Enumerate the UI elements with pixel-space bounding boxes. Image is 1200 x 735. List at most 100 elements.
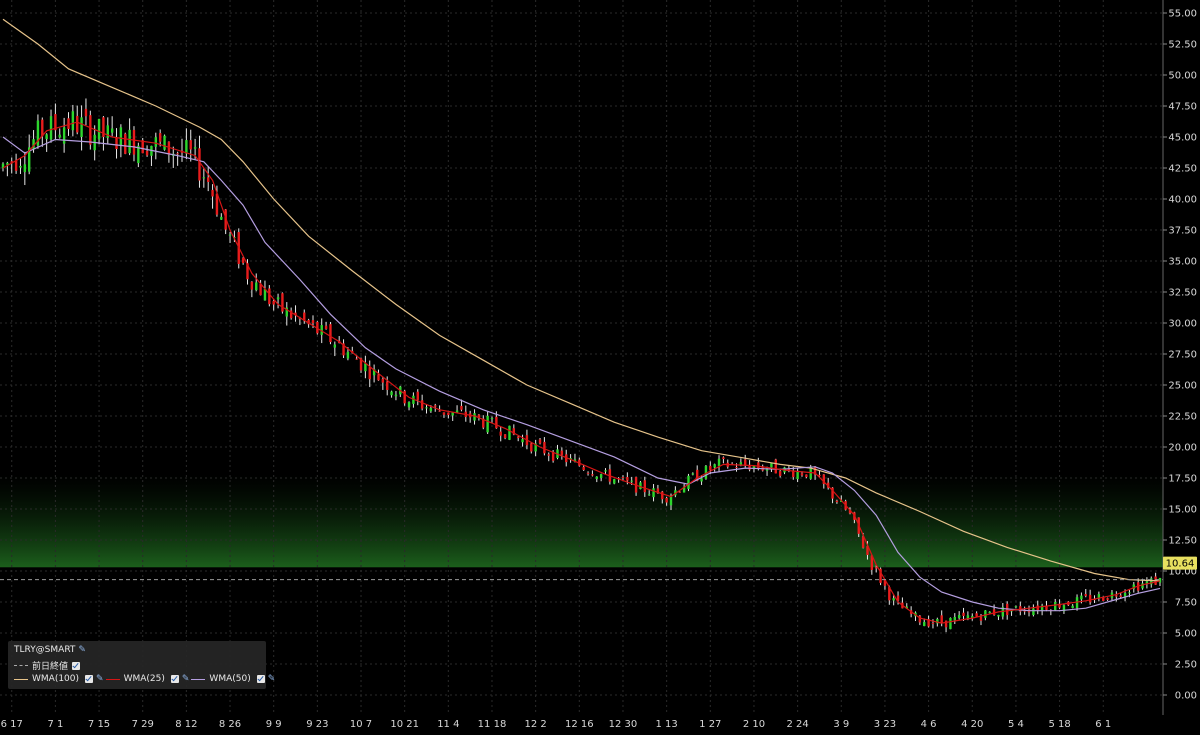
candle-up [80, 117, 83, 137]
x-tick-label: 2 10 [743, 719, 765, 730]
candle-down [211, 189, 214, 197]
candle-up [687, 475, 690, 489]
candle-down [1084, 594, 1087, 596]
candle-down [643, 480, 647, 493]
wrench-icon[interactable]: ✎ [182, 674, 190, 684]
candle-up [521, 439, 524, 443]
x-tick-label: 9 23 [306, 719, 328, 730]
candle-down [250, 281, 254, 290]
candle-down [132, 129, 136, 155]
candle-up [949, 617, 952, 630]
candle-up [704, 465, 708, 479]
candle-down [141, 140, 144, 154]
candle-up [45, 134, 48, 140]
candle-down [800, 473, 804, 476]
candle-down [14, 160, 18, 171]
candle-down [377, 374, 380, 381]
checkbox-wma100[interactable] [85, 675, 94, 683]
candle-up [128, 129, 131, 154]
legend-wma50-label: WMA(50) [209, 674, 251, 684]
candle-down [386, 381, 389, 390]
candle-up [1054, 602, 1057, 611]
candle-up [23, 164, 27, 173]
candle-down [582, 466, 585, 471]
candle-down [591, 474, 594, 476]
candle-down [442, 412, 446, 415]
candle-down [979, 617, 983, 621]
candle-down [962, 612, 965, 616]
x-tick-label: 6 17 [1, 719, 23, 730]
candle-down [778, 471, 782, 476]
x-axis: 6 17 7 1 7 15 7 29 8 12 8 26 9 9 9 23 10 7 10 21 1… [1, 719, 1112, 730]
candle-down [1119, 595, 1122, 598]
candle-up [652, 488, 655, 498]
last-price-label: 10.64 [1166, 559, 1195, 570]
candle-down [189, 140, 192, 150]
candle-down [940, 615, 943, 624]
y-tick-label: 22.50 [1168, 412, 1197, 423]
candle-down [543, 441, 546, 454]
wrench-icon[interactable]: ✎ [78, 645, 86, 655]
wrench-icon[interactable]: ✎ [268, 674, 276, 684]
candle-down [944, 620, 948, 628]
candle-up [1080, 595, 1083, 600]
candle-up [490, 418, 494, 420]
candle-up [220, 216, 223, 220]
candle-down [621, 477, 625, 479]
candle-down [447, 412, 450, 415]
y-tick-label: 0.00 [1175, 691, 1197, 702]
candle-down [67, 118, 70, 129]
candle-up [717, 458, 721, 466]
wrench-icon[interactable]: ✎ [96, 674, 104, 684]
candle-down [757, 462, 760, 469]
x-tick-label: 10 21 [390, 719, 419, 730]
candle-down [1115, 595, 1118, 597]
legend-panel[interactable]: TLRY@SMART ✎ 前日終値 WMA(100) ✎ WMA(25) ✎ W… [8, 641, 275, 689]
candle-down [89, 115, 92, 145]
candle-up [110, 128, 114, 133]
candle-up [119, 127, 123, 146]
plot-area[interactable] [0, 0, 1163, 715]
y-tick-label: 17.50 [1168, 474, 1197, 485]
candle-up [770, 463, 773, 468]
candle-up [407, 402, 411, 408]
candle-down [272, 300, 275, 305]
dashed-line-icon [14, 665, 28, 666]
last-price-marker: 10.64 [1163, 556, 1197, 570]
candle-up [163, 135, 166, 150]
price-chart[interactable]: 55.00 52.50 50.00 47.50 45.00 42.50 40.00 37.50… [0, 0, 1200, 735]
price-zone-band [0, 474, 1163, 568]
candle-up [691, 473, 695, 475]
candle-up [62, 127, 66, 144]
candle-up [429, 408, 433, 412]
candle-down [516, 436, 520, 439]
candle-up [1123, 593, 1127, 597]
candle-up [333, 344, 337, 348]
candle-down [324, 325, 328, 329]
x-tick-label: 1 27 [699, 719, 721, 730]
candle-down [805, 474, 808, 478]
candle-down [115, 137, 118, 150]
candle-up [1032, 608, 1035, 616]
candle-down [735, 466, 738, 468]
candle-up [988, 611, 991, 613]
candle-down [84, 108, 88, 117]
checkbox-wma25[interactable] [170, 675, 179, 683]
x-tick-label: 10 7 [350, 719, 372, 730]
checkbox-wma50[interactable] [256, 675, 265, 683]
checkbox-prev-close[interactable] [72, 661, 81, 670]
candle-up [957, 615, 961, 619]
candle-up [923, 622, 926, 627]
candle-up [604, 470, 607, 472]
y-tick-label: 20.00 [1168, 443, 1197, 454]
x-tick-label: 3 9 [833, 719, 849, 730]
candle-up [486, 415, 489, 433]
candle-down [329, 324, 332, 343]
x-tick-label: 5 4 [1008, 719, 1024, 730]
candle-up [154, 137, 158, 147]
x-tick-label: 9 9 [266, 719, 282, 730]
candle-down [1036, 605, 1039, 611]
x-tick-label: 5 18 [1048, 719, 1070, 730]
candle-up [508, 425, 511, 440]
candle-up [892, 598, 895, 601]
